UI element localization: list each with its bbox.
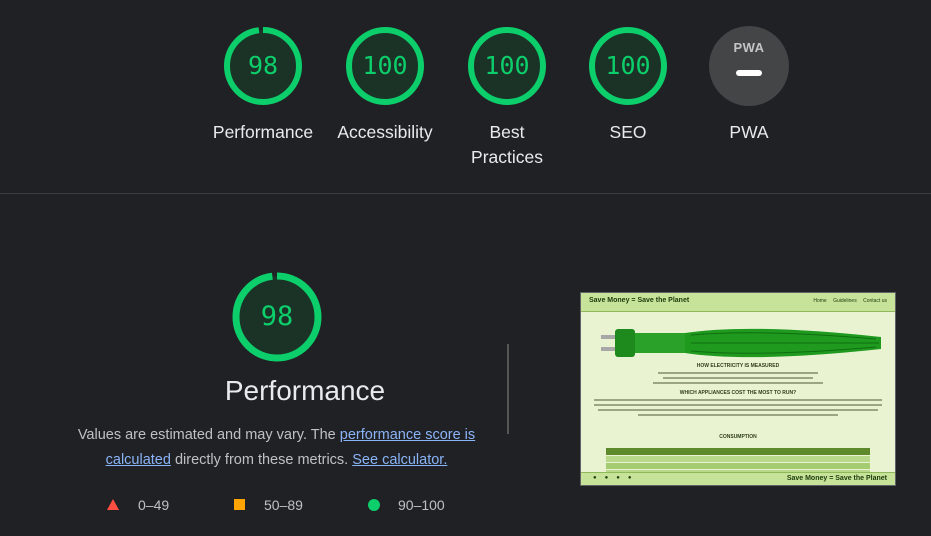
pwa-dash-icon [736,70,762,76]
gauge-label: PWA [729,122,769,142]
thumb-table-row [606,462,870,469]
see-calculator-link[interactable]: See calculator. [352,452,447,468]
triangle-icon [107,499,119,510]
gauge-score: 100 [362,51,408,80]
performance-score: 98 [260,301,294,332]
square-icon [234,499,245,510]
thumb-table-row [606,455,870,462]
gauge-performance[interactable]: 98 Performance [208,26,318,145]
section-divider [0,193,931,194]
thumb-text-line [594,404,882,406]
gauge-pwa[interactable]: PWA PWA [694,26,804,145]
gauge-score: 100 [484,51,530,80]
gauge-ring: 98 [223,26,303,106]
gauge-ring: 100 [467,26,547,106]
thumb-header: Save Money = Save the Planet Home Guidel… [581,293,895,312]
thumb-brand: Save Money = Save the Planet [589,297,690,304]
thumb-table-header [606,448,870,455]
thumb-nav: Home Guidelines Contact us [808,298,887,304]
circle-icon [368,499,380,511]
plug-illustration [601,328,881,358]
thumb-text-line [663,377,813,379]
gauge-label: SEO [609,122,647,142]
gauge-label: Performance [212,122,314,142]
desc-text: Values are estimated and may vary. The [77,427,340,443]
thumb-heading: CONSUMPTION [719,434,757,440]
desc-text: directly from these metrics. [170,452,353,468]
thumb-footer: ●●●● Save Money = Save the Planet [581,472,895,485]
pwa-badge: PWA [709,26,789,106]
pwa-disc [709,26,789,106]
thumb-nav-item: Home [813,298,827,304]
thumb-text-line [658,372,818,374]
social-icons: ●●●● [593,475,640,481]
thumb-nav-item: Contact us [863,298,887,304]
thumb-heading: HOW ELECTRICITY IS MEASURED [696,363,780,369]
gauge-score: 100 [605,51,651,80]
pwa-icon: PWA [733,40,765,55]
gauge-best-practices[interactable]: 100 Best Practices [452,26,562,170]
gauge-ring: 100 [345,26,425,106]
thumb-text-line [594,399,882,401]
gauge-score: 98 [247,51,279,80]
performance-gauge: 98 [231,271,323,363]
gauge-ring: 100 [588,26,668,106]
vertical-separator [507,344,509,434]
score-legend: 0–49 50–89 90–100 [0,495,520,515]
gauge-label: Accessibility [337,122,433,142]
category-gauges: 98 Performance 100 Accessibility 100 Bes… [0,0,931,193]
thumb-text-line [653,382,823,384]
performance-description: Values are estimated and may vary. The p… [64,423,489,473]
thumb-text-line [598,409,878,411]
thumb-heading: WHICH APPLIANCES COST THE MOST TO RUN? [679,390,797,396]
performance-title: Performance [224,375,386,406]
legend-range: 50–89 [264,497,303,513]
page-screenshot-thumbnail[interactable]: Save Money = Save the Planet Home Guidel… [580,292,896,486]
legend-range: 90–100 [398,497,445,513]
gauge-label: Best Practices [471,122,543,167]
thumb-section-2: WHICH APPLIANCES COST THE MOST TO RUN? [591,390,885,419]
legend-range: 0–49 [138,497,170,513]
thumb-footer-brand: Save Money = Save the Planet [786,475,887,482]
thumb-section-1: HOW ELECTRICITY IS MEASURED [591,363,885,387]
gauge-seo[interactable]: 100 SEO [573,26,683,145]
thumb-text-line [638,414,838,416]
gauge-accessibility[interactable]: 100 Accessibility [330,26,440,145]
thumb-section-3: CONSUMPTION [591,434,885,440]
thumb-nav-item: Guidelines [833,298,857,304]
